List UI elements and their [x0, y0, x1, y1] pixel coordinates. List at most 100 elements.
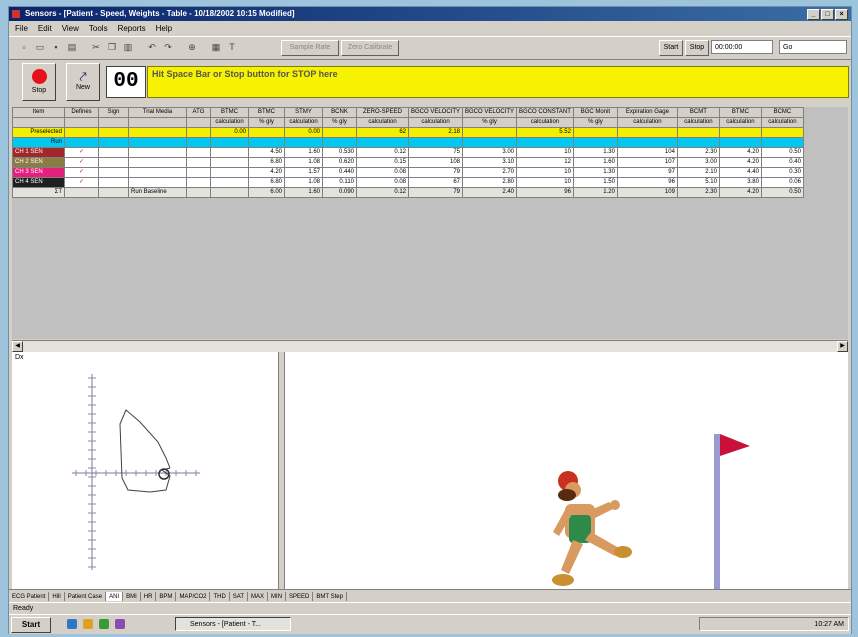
- grid-cell[interactable]: Trial Media: [128, 107, 187, 118]
- cut-icon[interactable]: ✂: [89, 41, 103, 54]
- grid-cell[interactable]: 0.440: [322, 167, 357, 178]
- grid-cell[interactable]: [98, 167, 129, 178]
- grid-cell[interactable]: 3.10: [462, 157, 518, 168]
- grid-cell[interactable]: [572, 127, 618, 138]
- grid-cell[interactable]: 3.80: [718, 177, 762, 188]
- sheet-tab[interactable]: BPM: [156, 592, 177, 601]
- task-sensors-window[interactable]: Sensors - [Patient - T...: [175, 617, 291, 631]
- grid-cell[interactable]: 75: [407, 147, 464, 158]
- grid-cell[interactable]: [676, 127, 720, 138]
- grid-cell[interactable]: calculation: [676, 117, 720, 128]
- grid-cell[interactable]: calculation: [516, 117, 574, 128]
- grid-cell[interactable]: 0.30: [760, 167, 804, 178]
- grid-cell[interactable]: 0.12: [356, 187, 409, 198]
- grid-cell[interactable]: [248, 137, 285, 148]
- grid-cell[interactable]: 1.30: [572, 167, 618, 178]
- grid-cell[interactable]: Item: [12, 107, 65, 118]
- grid-cell[interactable]: [98, 127, 129, 138]
- grid-cell[interactable]: calculation: [356, 117, 409, 128]
- stop-button[interactable]: Stop: [22, 63, 56, 101]
- grid-cell[interactable]: 10: [516, 167, 574, 178]
- grid-data-row[interactable]: CH 2 SEN ✓ 6.80 1.08 0.620 0.15 108 3.10 12 1.60 1…: [12, 157, 804, 168]
- grid-cell[interactable]: ✓: [64, 147, 99, 158]
- grid-cell[interactable]: 2.30: [676, 187, 720, 198]
- horizontal-scrollbar[interactable]: ◀ ▶: [12, 340, 848, 352]
- grid-cell[interactable]: CH 3 SEN: [12, 167, 65, 178]
- grid-cell[interactable]: 6.00: [248, 187, 285, 198]
- sheet-tab[interactable]: BMT Step: [313, 592, 347, 601]
- grid-cell[interactable]: 2.70: [462, 167, 518, 178]
- grid-cell[interactable]: ✓: [64, 167, 99, 178]
- explorer-icon[interactable]: [83, 619, 93, 629]
- grid-cell[interactable]: [210, 137, 249, 148]
- grid-cell[interactable]: 4.50: [248, 147, 285, 158]
- grid-cell[interactable]: STMY: [284, 107, 323, 118]
- grid-cell[interactable]: [98, 147, 129, 158]
- grid-cell[interactable]: [322, 137, 357, 148]
- grid-cell[interactable]: 0.620: [322, 157, 357, 168]
- grid-cell[interactable]: 97: [616, 167, 678, 178]
- grid-cell[interactable]: 104: [616, 147, 678, 158]
- menu-file[interactable]: File: [15, 22, 28, 35]
- grid-cell[interactable]: [462, 127, 518, 138]
- grid-cell[interactable]: 0.50: [760, 187, 804, 198]
- zoom-icon[interactable]: ⊕: [185, 41, 199, 54]
- grid-cell[interactable]: 5.10: [676, 177, 720, 188]
- grid-cell[interactable]: 0.090: [322, 187, 357, 198]
- grid-cell[interactable]: [64, 187, 99, 198]
- grid-cell[interactable]: 1.50: [572, 177, 618, 188]
- grid-cell[interactable]: [128, 117, 187, 128]
- desktop-icon[interactable]: [67, 619, 77, 629]
- sheet-tab[interactable]: MIN: [268, 592, 287, 601]
- grid-cell[interactable]: 0.06: [760, 177, 804, 188]
- grid-cell[interactable]: [64, 127, 99, 138]
- grid-total-row[interactable]: ΣT Run Baseline 6.00 1.60 0.090 0.12 79 2.40 96 1…: [12, 187, 804, 198]
- grid-cell[interactable]: [98, 157, 129, 168]
- grid-cell[interactable]: [210, 187, 249, 198]
- grid-cell[interactable]: 108: [407, 157, 464, 168]
- grid-cell[interactable]: BGCO CONSTANT: [516, 107, 574, 118]
- grid-cell[interactable]: 1.08: [284, 157, 323, 168]
- media-icon[interactable]: [115, 619, 125, 629]
- grid-cell[interactable]: 4.20: [718, 147, 762, 158]
- sheet-tab[interactable]: BMI: [123, 592, 141, 601]
- grid-cell[interactable]: 2.18: [407, 127, 464, 138]
- chart-icon[interactable]: ▦: [209, 41, 223, 54]
- grid-cell[interactable]: BGCO VELOCITY: [462, 107, 518, 118]
- grid-cell[interactable]: 1.08: [284, 177, 323, 188]
- grid-cell[interactable]: 12: [516, 157, 574, 168]
- grid-cell[interactable]: Preselected: [12, 127, 65, 138]
- grid-cell[interactable]: [64, 137, 99, 148]
- grid-cell[interactable]: [98, 177, 129, 188]
- grid-cell[interactable]: 4.20: [248, 167, 285, 178]
- grid-header-row[interactable]: Item Defines Sign Trial Media ATG BTMC BTMC STM…: [12, 107, 804, 118]
- grid-cell[interactable]: % gly: [322, 117, 357, 128]
- grid-cell[interactable]: [186, 137, 211, 148]
- grid-cell[interactable]: 4.20: [718, 187, 762, 198]
- menu-reports[interactable]: Reports: [118, 22, 146, 35]
- grid-cell[interactable]: [462, 137, 518, 148]
- save-icon[interactable]: ▪: [49, 41, 63, 54]
- grid-cell[interactable]: CH 4 SEN: [12, 177, 65, 188]
- grid-cell[interactable]: [186, 127, 211, 138]
- menu-tools[interactable]: Tools: [89, 22, 108, 35]
- grid-cell[interactable]: 3.00: [676, 157, 720, 168]
- grid-cell[interactable]: 10: [516, 147, 574, 158]
- grid-cell[interactable]: 1.30: [572, 147, 618, 158]
- grid-cell[interactable]: 96: [516, 187, 574, 198]
- sheet-tab[interactable]: Hill: [49, 592, 65, 601]
- grid-cell[interactable]: calculation: [284, 117, 323, 128]
- grid-cell[interactable]: [760, 137, 804, 148]
- grid-cell[interactable]: BCMC: [760, 107, 804, 118]
- menu-view[interactable]: View: [62, 22, 79, 35]
- grid-cell[interactable]: [718, 137, 762, 148]
- grid-cell[interactable]: 0.15: [356, 157, 409, 168]
- sheet-tab[interactable]: THD: [210, 592, 230, 601]
- grid-cell[interactable]: 1.60: [572, 157, 618, 168]
- start-button[interactable]: Start: [659, 40, 683, 56]
- grid-cell[interactable]: 67: [407, 177, 464, 188]
- copy-icon[interactable]: ❐: [105, 41, 119, 54]
- grid-cell[interactable]: 10: [516, 177, 574, 188]
- grid-data-row[interactable]: CH 1 SEN ✓ 4.50 1.60 0.530 0.12 75 3.00 10 1.30 10…: [12, 147, 804, 158]
- grid-cell[interactable]: [186, 117, 211, 128]
